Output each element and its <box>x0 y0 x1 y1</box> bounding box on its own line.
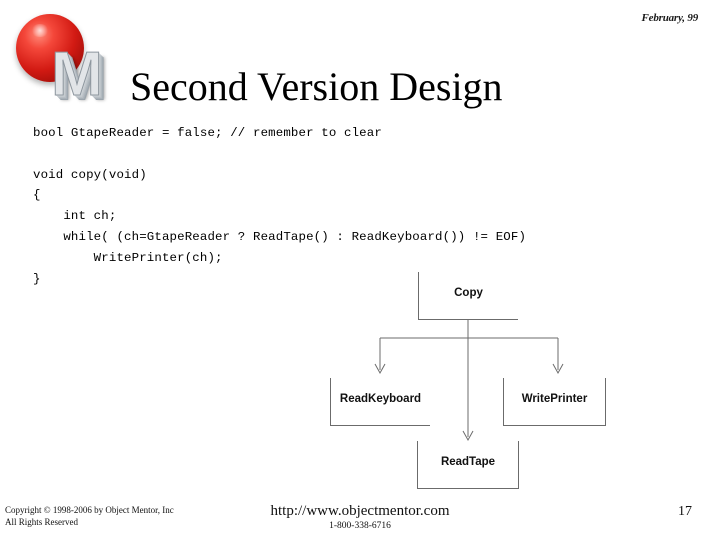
diagram-box-readtape-label: ReadTape <box>440 456 496 468</box>
object-mentor-logo: M <box>14 12 114 112</box>
logo-m-letter: M <box>51 40 104 110</box>
arrowhead-readtape <box>462 430 474 442</box>
diagram-box-readkeyboard: ReadKeyboard <box>330 378 430 426</box>
arrowhead-writeprinter <box>552 363 564 375</box>
footer-phone-number: 1-800-338-6716 <box>329 521 391 531</box>
slide-canvas: M February, 99 Second Version Design boo… <box>0 0 720 540</box>
page-number: 17 <box>678 504 692 519</box>
diagram-box-writeprinter-label: WritePrinter <box>521 393 588 405</box>
diagram-box-readkeyboard-label: ReadKeyboard <box>339 393 422 405</box>
diagram-box-readtape: ReadTape <box>417 441 519 489</box>
slide-date: February, 99 <box>641 12 699 24</box>
footer-website-url[interactable]: http://www.objectmentor.com <box>0 503 720 520</box>
page-title: Second Version Design <box>130 64 503 109</box>
arrowhead-readkeyboard <box>374 363 386 375</box>
footer-contact: http://www.objectmentor.com 1-800-338-67… <box>0 503 720 532</box>
code-block: bool GtapeReader = false; // remember to… <box>33 126 527 286</box>
diagram-box-writeprinter: WritePrinter <box>503 378 606 426</box>
